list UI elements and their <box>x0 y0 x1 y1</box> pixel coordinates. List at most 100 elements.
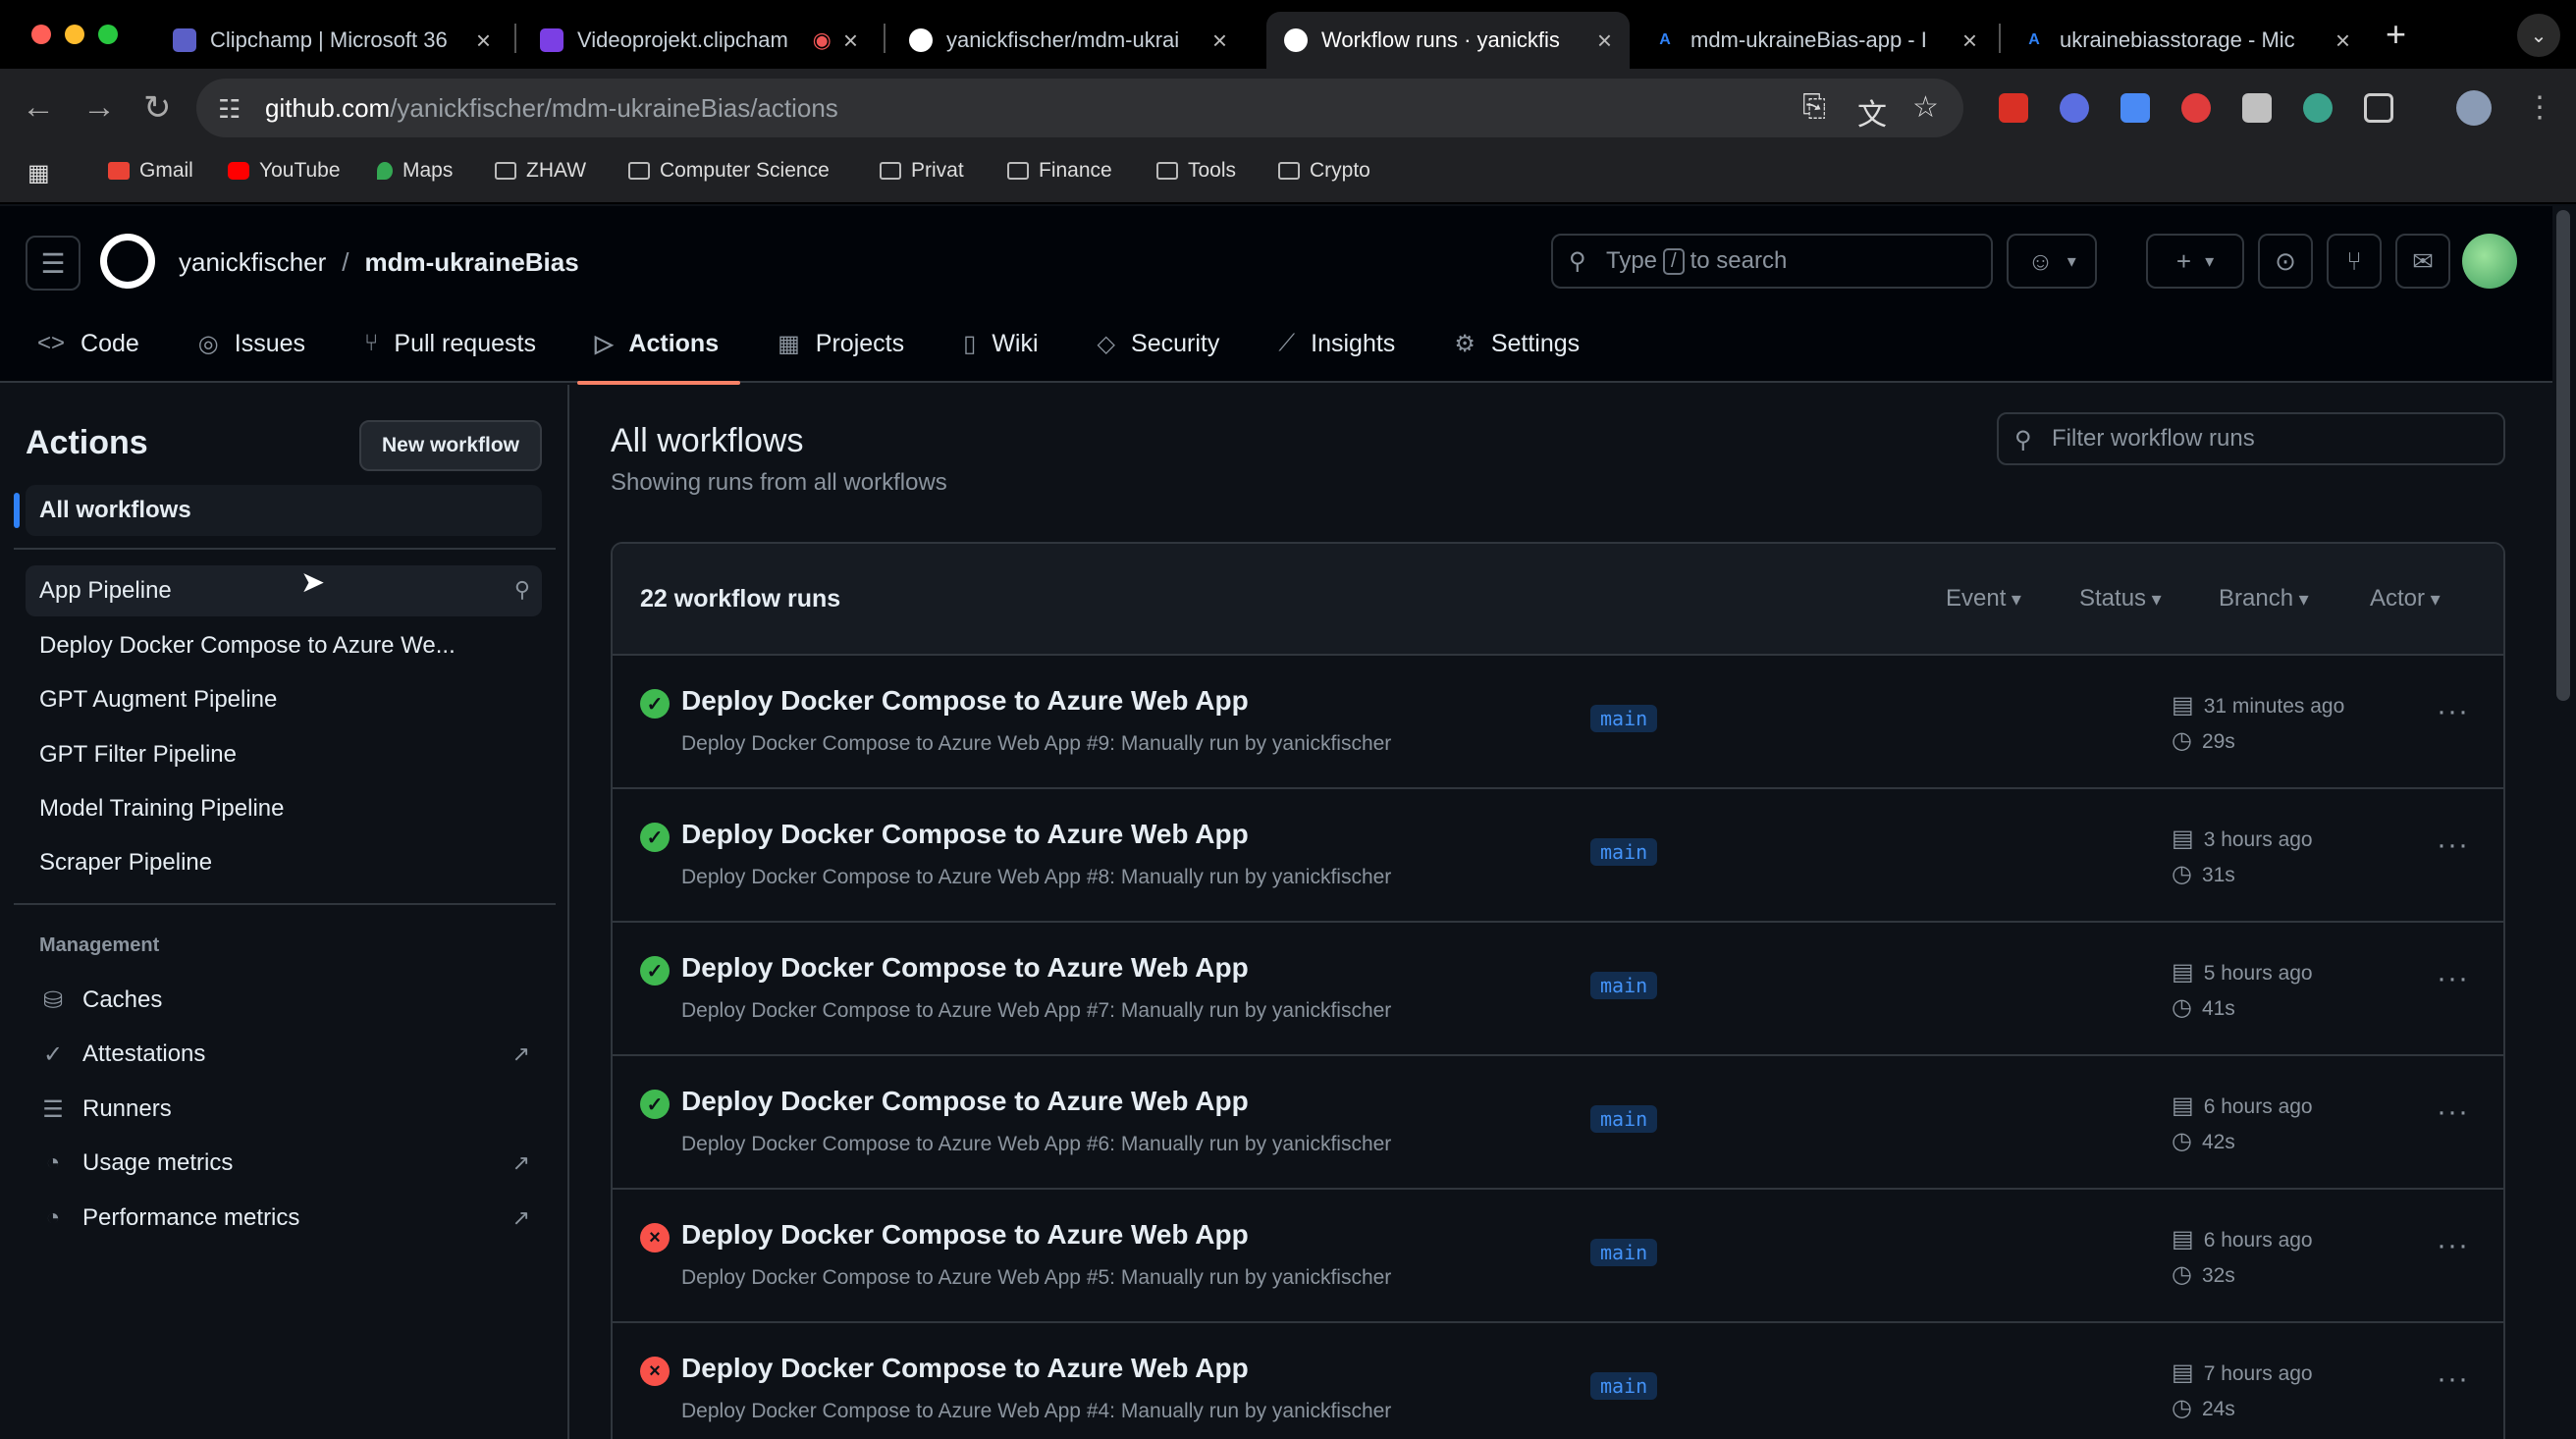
kebab-menu-icon[interactable]: ··· <box>2437 1362 2469 1396</box>
extension-icon[interactable] <box>2303 93 2333 123</box>
sidebar-item-workflow[interactable]: Model Training Pipeline <box>26 783 542 834</box>
sidebar-item-attestations[interactable]: ✓ Attestations ↗ <box>26 1030 542 1079</box>
bookmark-gmail[interactable]: Gmail <box>108 159 193 183</box>
pin-icon[interactable]: ⚲ <box>514 577 530 603</box>
sidebar-item-usage-metrics[interactable]: ◔ Usage metrics ↗ <box>26 1139 542 1188</box>
install-app-icon[interactable]: ⎘ <box>1802 90 1826 124</box>
bookmark-folder[interactable]: Crypto <box>1278 159 1370 183</box>
adblock-icon[interactable] <box>2181 93 2211 123</box>
kebab-menu-icon[interactable]: ··· <box>2437 962 2469 995</box>
workflow-run-row[interactable]: ✓ Deploy Docker Compose to Azure Web App… <box>613 656 2503 789</box>
tab-security[interactable]: ◇ Security <box>1098 304 1242 383</box>
close-tab-icon[interactable]: × <box>1962 26 1977 56</box>
browser-tab[interactable]: Videoprojekt.clipcham ◉ × <box>522 12 876 69</box>
scrollbar-thumb[interactable] <box>2556 210 2570 701</box>
repo-owner-link[interactable]: yanickfischer <box>179 247 326 277</box>
filter-runs-input[interactable]: ⚲ Filter workflow runs <box>1997 412 2505 465</box>
new-workflow-button[interactable]: New workflow <box>359 420 542 471</box>
user-avatar[interactable] <box>2462 234 2517 289</box>
workflow-run-row[interactable]: ✓ Deploy Docker Compose to Azure Web App… <box>613 789 2503 923</box>
run-title-link[interactable]: Deploy Docker Compose to Azure Web App <box>681 952 1249 984</box>
browser-tab[interactable]: Clipchamp | Microsoft 36 × <box>155 12 509 69</box>
repo-name-link[interactable]: mdm-ukraineBias <box>365 247 579 277</box>
extension-icon[interactable] <box>1999 93 2028 123</box>
kebab-menu-icon[interactable]: ··· <box>2437 828 2469 862</box>
copilot-button[interactable]: ☺ ▾ <box>2007 234 2097 289</box>
bookmark-youtube[interactable]: YouTube <box>228 159 341 183</box>
back-icon[interactable]: ← <box>22 88 55 127</box>
translate-icon[interactable]: 文 <box>1857 90 1887 133</box>
tab-wiki[interactable]: ▯ Wiki <box>963 304 1059 383</box>
branch-label[interactable]: main <box>1590 1239 1658 1266</box>
run-title-link[interactable]: Deploy Docker Compose to Azure Web App <box>681 685 1249 717</box>
branch-label[interactable]: main <box>1590 1372 1658 1400</box>
close-window-icon[interactable] <box>31 25 51 44</box>
browser-tab[interactable]: A mdm-ukraineBias-app - I × <box>1636 12 1995 69</box>
tab-issues[interactable]: ◎ Issues <box>198 304 327 383</box>
new-tab-icon[interactable]: + <box>2386 14 2406 55</box>
sidebar-item-workflow[interactable]: GPT Augment Pipeline <box>26 674 542 725</box>
issues-button[interactable]: ⊙ <box>2258 234 2313 289</box>
run-title-link[interactable]: Deploy Docker Compose to Azure Web App <box>681 1086 1249 1117</box>
workflow-run-row[interactable]: × Deploy Docker Compose to Azure Web App… <box>613 1323 2503 1439</box>
branch-label[interactable]: main <box>1590 1105 1658 1133</box>
kebab-menu-icon[interactable]: ··· <box>2437 1095 2469 1129</box>
maximize-window-icon[interactable] <box>98 25 118 44</box>
browser-tab[interactable]: A ukrainebiasstorage - Mic × <box>2005 12 2368 69</box>
tab-pull-requests[interactable]: ⑂ Pull requests <box>364 304 558 383</box>
extension-icon[interactable] <box>2060 93 2089 123</box>
minimize-window-icon[interactable] <box>65 25 84 44</box>
global-search-input[interactable]: ⚲ Type / to search <box>1551 234 1993 289</box>
bookmark-folder[interactable]: Finance <box>1007 159 1112 183</box>
reload-icon[interactable]: ↻ <box>143 88 172 128</box>
close-tab-icon[interactable]: × <box>476 26 491 56</box>
kebab-menu-icon[interactable]: ··· <box>2437 695 2469 728</box>
close-tab-icon[interactable]: × <box>1212 26 1227 56</box>
page-scrollbar[interactable] <box>2552 206 2576 1439</box>
profile-avatar[interactable] <box>2456 90 2492 126</box>
apps-grid-icon[interactable]: ▦ <box>27 159 50 187</box>
menu-icon[interactable]: ☰ <box>26 236 80 291</box>
sidebar-item-workflow[interactable]: App Pipeline ⚲ <box>26 565 542 616</box>
branch-label[interactable]: main <box>1590 838 1658 866</box>
sidebar-item-all-workflows[interactable]: All workflows <box>14 485 542 536</box>
workflow-run-row[interactable]: ✓ Deploy Docker Compose to Azure Web App… <box>613 1056 2503 1190</box>
tab-code[interactable]: <> Code <box>37 304 161 383</box>
run-title-link[interactable]: Deploy Docker Compose to Azure Web App <box>681 819 1249 850</box>
sidebar-item-performance-metrics[interactable]: ◔ Performance metrics ↗ <box>26 1194 542 1243</box>
tab-actions[interactable]: ▷ Actions <box>576 304 741 385</box>
tab-search-icon[interactable]: ⌄ <box>2517 14 2560 57</box>
extension-icon[interactable] <box>2242 93 2272 123</box>
sidebar-item-workflow[interactable]: GPT Filter Pipeline <box>26 729 542 780</box>
browser-menu-icon[interactable]: ⋮ <box>2525 90 2554 125</box>
sidebar-item-caches[interactable]: ⛁ Caches <box>26 976 542 1025</box>
event-filter-dropdown[interactable]: Event <box>1946 585 2021 613</box>
actor-filter-dropdown[interactable]: Actor <box>2370 585 2441 613</box>
branch-label[interactable]: main <box>1590 972 1658 999</box>
workflow-run-row[interactable]: ✓ Deploy Docker Compose to Azure Web App… <box>613 923 2503 1056</box>
close-tab-icon[interactable]: × <box>1597 26 1612 56</box>
browser-tab-active[interactable]: Workflow runs · yanickfis × <box>1266 12 1630 69</box>
workflow-run-row[interactable]: × Deploy Docker Compose to Azure Web App… <box>613 1190 2503 1323</box>
site-settings-icon[interactable]: ☷ <box>218 94 241 125</box>
bookmark-folder[interactable]: Computer Science <box>628 159 830 183</box>
extension-icon[interactable] <box>2120 93 2150 123</box>
branch-filter-dropdown[interactable]: Branch <box>2219 585 2309 613</box>
create-new-button[interactable]: + ▾ <box>2146 234 2244 289</box>
tab-projects[interactable]: ▦ Projects <box>778 304 926 383</box>
kebab-menu-icon[interactable]: ··· <box>2437 1229 2469 1262</box>
sidebar-item-runners[interactable]: ☰ Runners <box>26 1085 542 1134</box>
bookmark-folder[interactable]: Privat <box>880 159 964 183</box>
status-filter-dropdown[interactable]: Status <box>2079 585 2162 613</box>
bookmark-folder[interactable]: ZHAW <box>495 159 586 183</box>
bookmark-star-icon[interactable]: ☆ <box>1912 90 1939 125</box>
sidebar-item-workflow[interactable]: Scraper Pipeline <box>26 837 542 888</box>
tab-settings[interactable]: ⚙ Settings <box>1454 304 1601 383</box>
run-title-link[interactable]: Deploy Docker Compose to Azure Web App <box>681 1353 1249 1384</box>
close-tab-icon[interactable]: × <box>843 26 858 56</box>
notifications-button[interactable]: ✉ <box>2395 234 2450 289</box>
browser-tab[interactable]: yanickfischer/mdm-ukrai × <box>891 12 1245 69</box>
close-tab-icon[interactable]: × <box>2335 26 2350 56</box>
run-title-link[interactable]: Deploy Docker Compose to Azure Web App <box>681 1219 1249 1251</box>
branch-label[interactable]: main <box>1590 705 1658 732</box>
